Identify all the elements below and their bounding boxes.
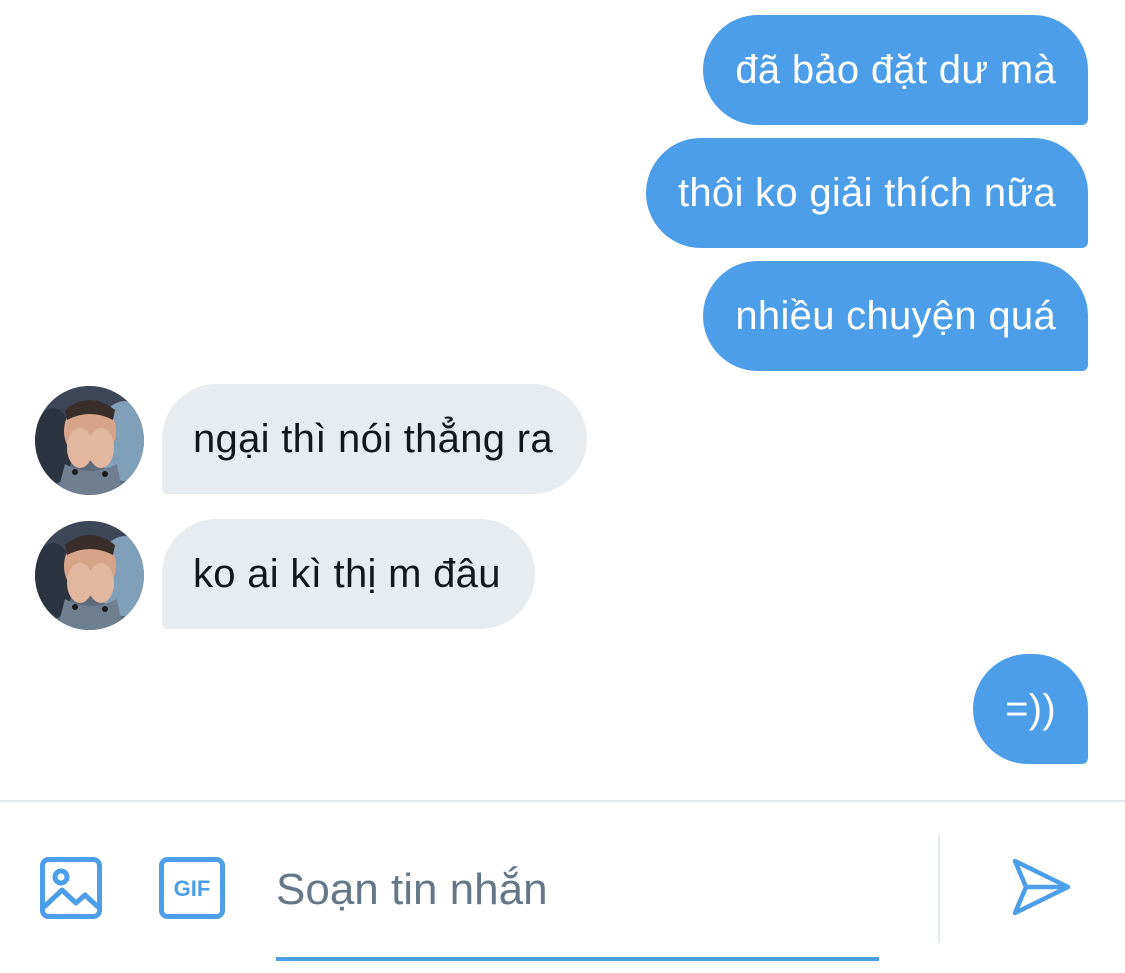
message-bubble-outgoing[interactable]: =)): [973, 654, 1088, 764]
message-text: đã bảo đặt dư mà: [735, 47, 1056, 92]
message-compose-input[interactable]: [276, 850, 876, 930]
message-bubble-outgoing[interactable]: nhiều chuyện quá: [703, 261, 1088, 371]
composer-divider: [0, 800, 1125, 802]
composer-separator: [938, 835, 940, 943]
message-text: =)): [1005, 686, 1056, 731]
image-button[interactable]: [40, 857, 102, 924]
gif-icon: GIF: [159, 857, 225, 919]
message-bubble-incoming[interactable]: ko ai kì thị m đâu: [162, 519, 535, 629]
message-bubble-outgoing[interactable]: thôi ko giải thích nữa: [645, 138, 1088, 248]
send-icon: [1012, 858, 1071, 916]
image-icon: [40, 857, 102, 919]
message-text: nhiều chuyện quá: [735, 293, 1056, 338]
message-bubble-outgoing[interactable]: đã bảo đặt dư mà: [703, 15, 1088, 125]
sender-avatar[interactable]: [35, 386, 144, 495]
gif-button[interactable]: GIF: [159, 857, 225, 924]
input-focus-underline: [276, 957, 879, 961]
sender-avatar[interactable]: [35, 521, 144, 630]
message-text: ko ai kì thị m đâu: [193, 551, 501, 596]
dm-conversation-screen: đã bảo đặt dư mà thôi ko giải thích nữa …: [0, 0, 1125, 973]
message-text: thôi ko giải thích nữa: [677, 170, 1056, 215]
svg-text:GIF: GIF: [174, 876, 211, 901]
message-text: ngại thì nói thẳng ra: [193, 416, 553, 461]
message-bubble-incoming[interactable]: ngại thì nói thẳng ra: [162, 384, 587, 494]
send-button[interactable]: [1010, 856, 1072, 923]
